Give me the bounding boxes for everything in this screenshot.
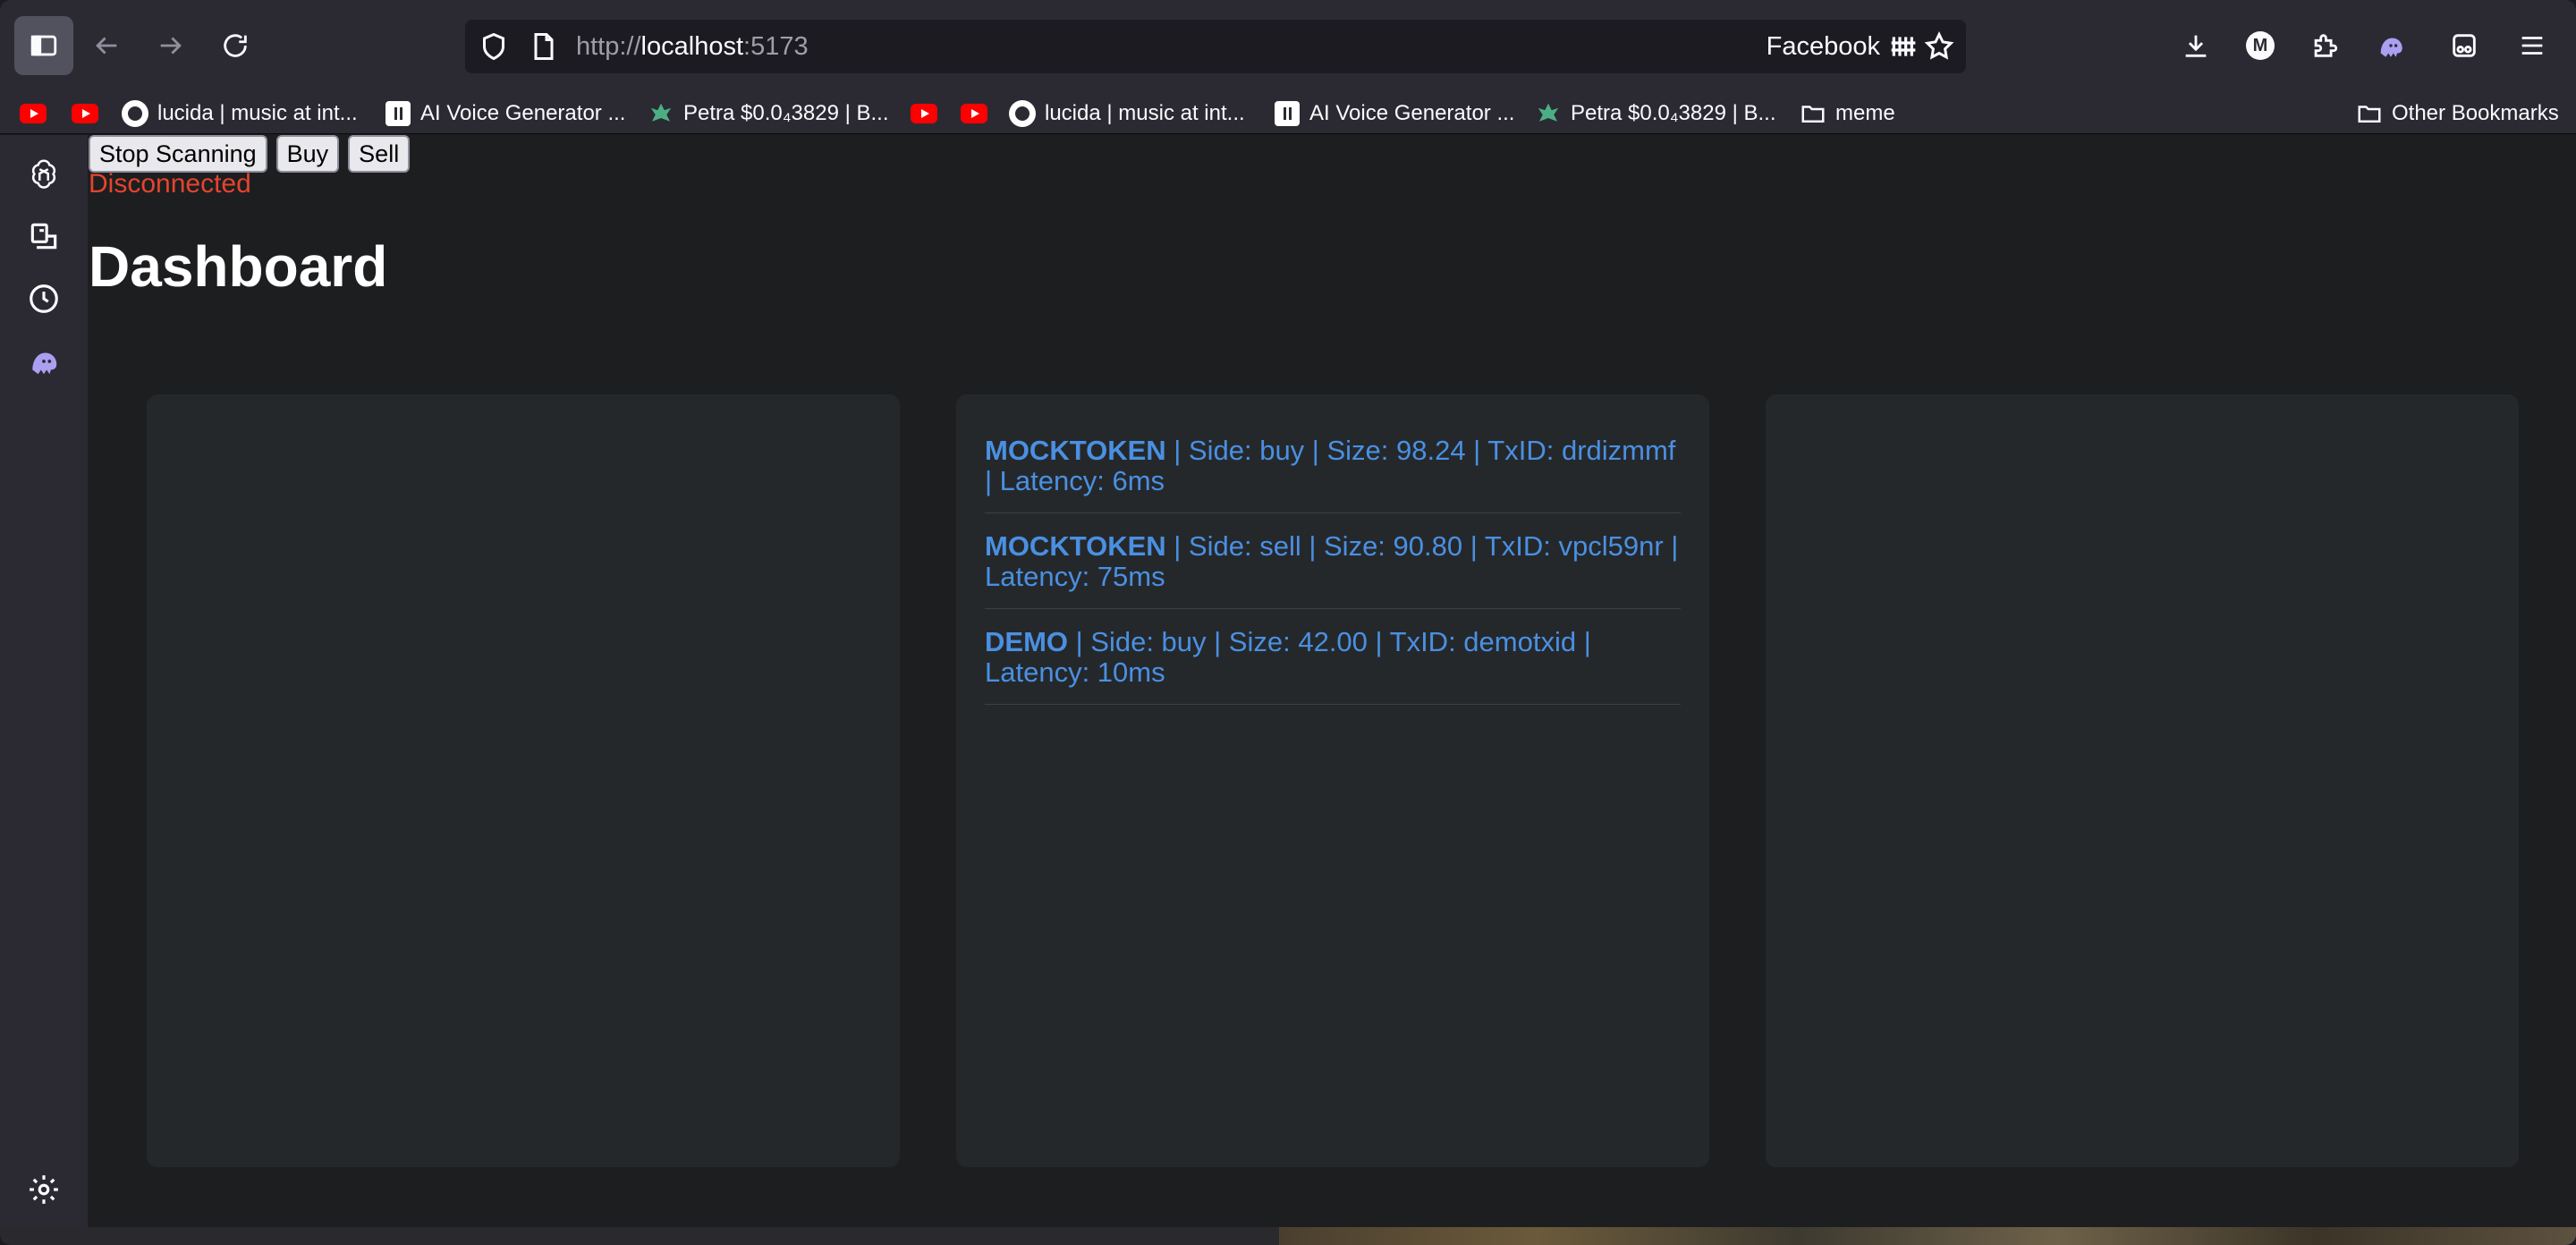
right-panel [1766, 394, 2519, 1167]
url-host: localhost [640, 32, 744, 61]
reader-extension-button[interactable] [2435, 16, 2494, 75]
left-panel [147, 394, 900, 1167]
browser-window: http://localhost:5173 Facebook M lucida … [0, 0, 2576, 1245]
reload-button[interactable] [206, 16, 265, 75]
browser-toolbar: http://localhost:5173 Facebook M [0, 0, 2576, 93]
bookmark-youtube-4[interactable] [961, 93, 996, 134]
shield-icon[interactable] [478, 30, 510, 63]
browser-sidebar [0, 135, 88, 1227]
folder-icon [1800, 100, 1826, 127]
bookmark-youtube-1[interactable] [20, 93, 55, 134]
page-icon[interactable] [528, 30, 560, 63]
trade-list: MOCKTOKEN | Side: buy | Size: 98.24 | Tx… [985, 430, 1681, 717]
bookmark-petra-2[interactable]: Petra $0.0₄3829 | B... [1535, 93, 1776, 134]
bookmark-label: meme [1835, 101, 1895, 125]
bookmark-label: Petra $0.0₄3829 | B... [1571, 101, 1776, 125]
menu-button[interactable] [2503, 16, 2562, 75]
bookmark-ai-voice-1[interactable]: AI Voice Generator ... [385, 93, 625, 134]
chatgpt-icon[interactable] [27, 157, 61, 191]
bookmark-folder-meme[interactable]: meme [1800, 93, 1895, 134]
address-bar[interactable]: http://localhost:5173 Facebook [465, 20, 1966, 73]
synced-tabs-icon[interactable] [27, 219, 61, 253]
lucida-icon [1009, 100, 1036, 127]
bookmark-petra-1[interactable]: Petra $0.0₄3829 | B... [648, 93, 889, 134]
youtube-icon [911, 100, 937, 127]
youtube-icon [20, 100, 47, 127]
sidebar-toggle-button[interactable] [14, 16, 73, 75]
trade-detail: | Side: buy | Size: 42.00 | TxID: demotx… [985, 626, 1591, 688]
bookmark-ai-voice-2[interactable]: AI Voice Generator ... [1274, 93, 1514, 134]
buy-button[interactable]: Buy [275, 135, 340, 173]
forward-button[interactable] [141, 16, 200, 75]
connection-status: Disconnected [89, 169, 251, 199]
puzzle-icon [2314, 34, 2338, 57]
url-port: :5173 [743, 32, 809, 61]
trade-row: DEMO | Side: buy | Size: 42.00 | TxID: d… [985, 622, 1681, 705]
bookmark-lucida-1[interactable]: lucida | music at int... [122, 93, 358, 134]
bookmark-label: Petra $0.0₄3829 | B... [683, 101, 889, 125]
pause-icon [385, 100, 411, 127]
folder-icon [2356, 100, 2383, 127]
hamburger-icon [2521, 37, 2543, 55]
history-clock-icon[interactable] [27, 282, 61, 316]
trade-token: MOCKTOKEN [985, 435, 1166, 466]
page-title: Dashboard [89, 234, 388, 299]
control-buttons: Stop Scanning Buy Sell [89, 135, 411, 173]
arrow-left-icon [96, 37, 117, 55]
bookmark-youtube-2[interactable] [72, 93, 107, 134]
sidebar-toggle-icon [30, 35, 57, 56]
account-avatar: M [2246, 31, 2275, 60]
bookmark-label: lucida | music at int... [157, 101, 358, 125]
stop-scanning-button[interactable]: Stop Scanning [89, 135, 267, 173]
facebook-container-label[interactable]: Facebook [1767, 32, 1880, 62]
arrow-right-icon [160, 37, 182, 55]
extensions-button[interactable] [2295, 16, 2354, 75]
glasses-icon [2453, 34, 2476, 57]
reload-icon [224, 34, 247, 57]
trade-token: DEMO [985, 626, 1068, 657]
sell-button[interactable]: Sell [348, 135, 411, 173]
desktop-background [0, 1227, 2576, 1245]
bookmark-label: AI Voice Generator ... [420, 101, 626, 125]
bookmark-label: lucida | music at int... [1045, 101, 1245, 125]
url-text[interactable]: http://localhost:5173 [576, 32, 809, 62]
petra-icon [1535, 100, 1562, 127]
bookmark-star-icon[interactable] [1923, 30, 1955, 63]
other-bookmarks-folder[interactable]: Other Bookmarks [2356, 93, 2559, 134]
fence-icon[interactable] [1889, 32, 1918, 61]
pause-icon [1274, 100, 1301, 127]
petra-icon [648, 100, 674, 127]
lucida-icon [122, 100, 148, 127]
trades-panel: MOCKTOKEN | Side: buy | Size: 98.24 | Tx… [956, 394, 1709, 1167]
trade-row: MOCKTOKEN | Side: buy | Size: 98.24 | Tx… [985, 430, 1681, 513]
trade-row: MOCKTOKEN | Side: sell | Size: 90.80 | T… [985, 526, 1681, 609]
youtube-icon [72, 100, 98, 127]
url-scheme: http:// [576, 32, 641, 61]
ghost-icon[interactable] [27, 344, 61, 378]
download-icon [2185, 35, 2207, 57]
trade-token: MOCKTOKEN [985, 530, 1166, 562]
gear-icon[interactable] [27, 1173, 61, 1207]
app-page: Stop Scanning Buy Sell Disconnected Dash… [88, 135, 2576, 1227]
ghost-extension-button[interactable] [2361, 16, 2420, 75]
bookmark-youtube-3[interactable] [911, 93, 946, 134]
bookmarks-toolbar: lucida | music at int... AI Voice Genera… [0, 93, 2576, 134]
downloads-button[interactable] [2166, 16, 2225, 75]
youtube-icon [961, 100, 987, 127]
ghost-icon [2380, 38, 2402, 57]
back-button[interactable] [77, 16, 136, 75]
other-bookmarks-label: Other Bookmarks [2392, 101, 2559, 125]
bookmark-lucida-2[interactable]: lucida | music at int... [1009, 93, 1245, 134]
bookmark-label: AI Voice Generator ... [1309, 101, 1515, 125]
account-button[interactable]: M [2231, 16, 2290, 75]
